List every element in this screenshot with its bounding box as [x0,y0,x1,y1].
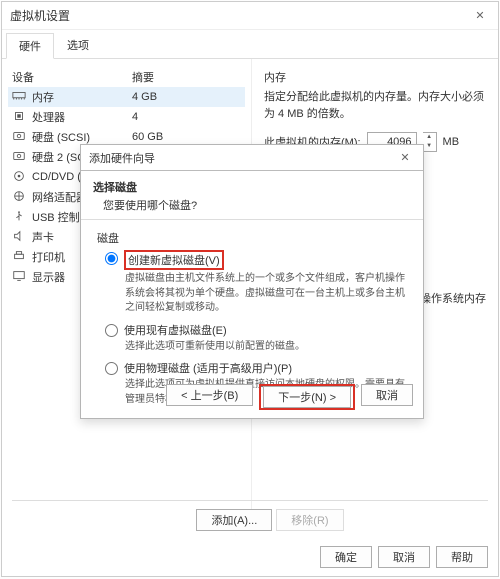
col-device: 设备 [12,69,132,85]
dialog-cancel-button[interactable]: 取消 [361,384,413,406]
hw-row-cpu[interactable]: 处理器4 [8,107,245,127]
printer-icon [12,250,28,264]
radio-label: 创建新虚拟磁盘(V) [128,255,220,267]
back-button[interactable]: < 上一步(B) [166,384,253,406]
memory-icon [12,90,28,104]
usb-icon [12,210,28,224]
dialog-actions: < 上一步(B) 下一步(N) > 取消 [166,384,413,410]
cancel-button[interactable]: 取消 [378,546,430,568]
dialog-titlebar: 添加硬件向导 ✕ [81,145,423,171]
vm-settings-window: 虚拟机设置 ✕ 硬件 选项 设备 摘要 内存4 GB处理器4硬盘 (SCSI)6… [1,1,499,577]
main-actions: 确定 取消 帮助 [320,546,488,568]
radio-input[interactable] [105,252,118,265]
radio-input[interactable] [105,324,118,337]
dialog-heading: 选择磁盘 [93,179,411,195]
display-icon [12,270,28,284]
remove-hardware-button: 移除(R) [276,509,343,531]
hw-name: 硬盘 (SCSI) [32,129,132,145]
memory-desc: 指定分配给此虚拟机的内存量。内存大小必须为 4 MB 的倍数。 [264,89,486,122]
window-title: 虚拟机设置 [10,7,470,24]
close-icon[interactable]: ✕ [470,9,490,22]
disk-icon [12,130,28,144]
radio-desc: 选择此选项可重新使用以前配置的磁盘。 [105,340,407,355]
tab-hardware[interactable]: 硬件 [6,33,54,59]
disk-section-label: 磁盘 [97,230,407,246]
leaked-text: 操作系统内存 [420,290,486,306]
add-hardware-button[interactable]: 添加(A)... [196,509,272,531]
dialog-title: 添加硬件向导 [89,150,395,166]
cpu-icon [12,110,28,124]
hw-list-header: 设备 摘要 [8,67,245,87]
radio-input[interactable] [105,362,118,375]
hw-summary: 4 GB [132,91,241,103]
help-button[interactable]: 帮助 [436,546,488,568]
col-summary: 摘要 [132,69,154,85]
disk-option-2[interactable]: 使用物理磁盘 (适用于高级用户)(P) [105,360,407,376]
dialog-close-icon[interactable]: ✕ [395,151,415,164]
ok-button[interactable]: 确定 [320,546,372,568]
disk-option-1[interactable]: 使用现有虚拟磁盘(E) [105,322,407,338]
disk-icon [12,150,28,164]
hw-name: 内存 [32,89,132,105]
net-icon [12,190,28,204]
next-button[interactable]: 下一步(N) > [263,386,351,408]
hw-summary: 4 [132,111,241,123]
radio-label: 使用物理磁盘 (适用于高级用户)(P) [124,360,292,376]
dialog-header: 选择磁盘 您要使用哪个磁盘? [81,171,423,220]
tabs: 硬件 选项 [2,32,498,59]
memory-spinner[interactable]: ▲▼ [423,132,437,152]
radio-desc: 虚拟磁盘由主机文件系统上的一个或多个文件组成，客户机操作系统会将其视为单个硬盘。… [105,272,407,316]
memory-unit: MB [443,136,460,148]
hw-row-memory[interactable]: 内存4 GB [8,87,245,107]
hw-name: 处理器 [32,109,132,125]
titlebar: 虚拟机设置 ✕ [2,2,498,30]
hw-summary: 60 GB [132,131,241,143]
add-hardware-wizard: 添加硬件向导 ✕ 选择磁盘 您要使用哪个磁盘? 磁盘 创建新虚拟磁盘(V) 虚拟磁… [80,144,424,419]
option-highlight: 创建新虚拟磁盘(V) [124,250,224,270]
memory-group-label: 内存 [264,69,486,85]
dialog-subheading: 您要使用哪个磁盘? [93,197,411,213]
radio-label: 使用现有虚拟磁盘(E) [124,322,227,338]
cd-icon [12,170,28,184]
disk-option-0[interactable]: 创建新虚拟磁盘(V) [105,250,407,270]
next-highlight: 下一步(N) > [259,384,355,410]
tab-options[interactable]: 选项 [54,32,102,58]
hw-buttons: 添加(A)... 移除(R) [12,500,488,534]
sound-icon [12,230,28,244]
